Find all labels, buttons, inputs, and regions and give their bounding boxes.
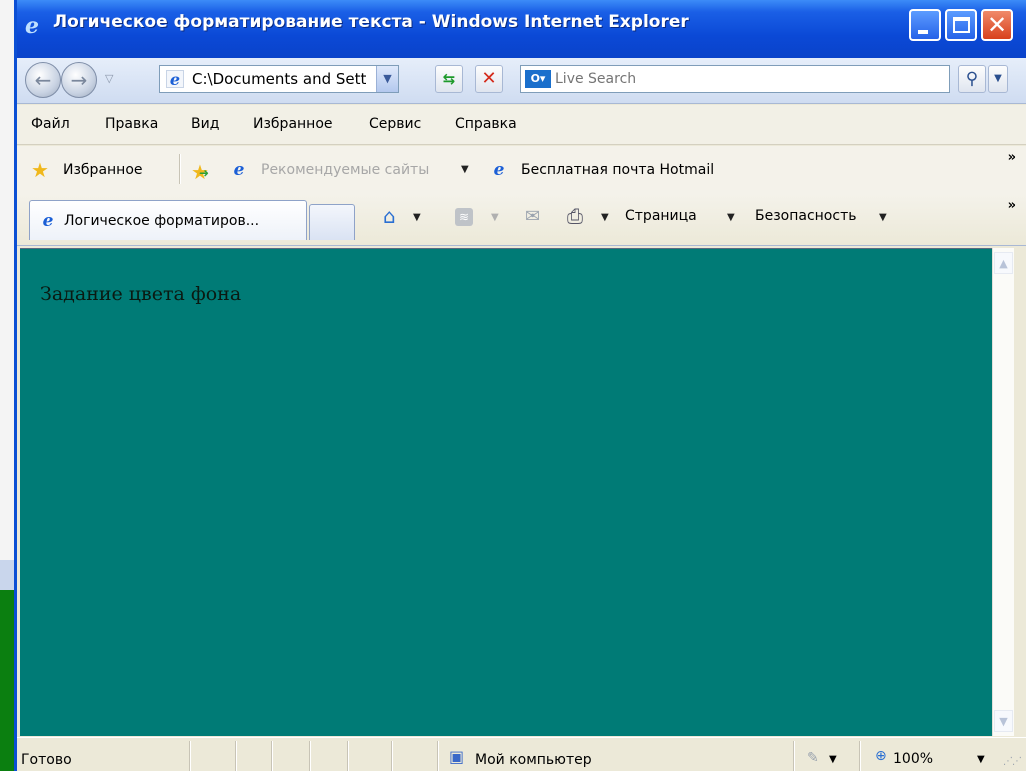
refresh-button[interactable]: ⇆ bbox=[435, 65, 463, 93]
live-search-icon: O▾ bbox=[525, 70, 551, 88]
print-icon[interactable]: ⎙ bbox=[567, 204, 583, 228]
refresh-icon: ⇆ bbox=[442, 70, 456, 88]
tab-bar: e Логическое форматиров... ⌂ ▼ ≋ ▼ ✉ ⎙ ▼… bbox=[17, 194, 1026, 246]
protected-mode-icon[interactable]: ✎ bbox=[807, 750, 819, 766]
recent-pages-dropdown[interactable]: ▽ bbox=[105, 72, 113, 85]
computer-icon: ▣ bbox=[449, 747, 465, 766]
browser-window: e Логическое форматирование текста - Win… bbox=[14, 0, 1026, 771]
menu-help[interactable]: Справка bbox=[455, 116, 517, 132]
zoom-dropdown-icon[interactable]: ▼ bbox=[977, 754, 985, 765]
mail-icon[interactable]: ✉ bbox=[525, 206, 540, 227]
stop-button[interactable]: ✕ bbox=[475, 65, 503, 93]
hotmail-icon: e bbox=[493, 160, 505, 180]
zoom-icon[interactable]: ⊕ bbox=[875, 748, 887, 764]
window-title: Логическое форматирование текста - Windo… bbox=[53, 12, 689, 32]
close-icon: ✕ bbox=[986, 11, 1008, 39]
vertical-scrollbar[interactable]: ▲ ▼ bbox=[992, 248, 1014, 736]
menu-favorites[interactable]: Избранное bbox=[253, 116, 333, 132]
suggested-sites-button[interactable]: Рекомендуемые сайты bbox=[261, 162, 429, 178]
tab-active[interactable]: e Логическое форматиров... bbox=[29, 200, 307, 240]
menu-tools[interactable]: Сервис bbox=[369, 116, 421, 132]
maximize-button[interactable] bbox=[945, 9, 977, 41]
title-bar[interactable]: e Логическое форматирование текста - Win… bbox=[17, 0, 1026, 60]
suggested-sites-icon: e bbox=[233, 160, 245, 180]
favorites-more-chevron[interactable]: » bbox=[1008, 150, 1016, 165]
forward-button[interactable]: → bbox=[61, 62, 97, 98]
protected-mode-dropdown-icon[interactable]: ▼ bbox=[829, 754, 837, 765]
favorites-bar: ★ Избранное ★ ➜ e Рекомендуемые сайты ▼ e… bbox=[17, 146, 1026, 194]
feeds-icon[interactable]: ≋ bbox=[455, 208, 473, 226]
chevron-up-icon: ▲ bbox=[999, 257, 1008, 270]
search-button[interactable]: ⚲ bbox=[958, 65, 986, 93]
address-dropdown-button[interactable]: ▼ bbox=[376, 66, 398, 92]
favorites-separator bbox=[179, 154, 181, 184]
minimize-button[interactable] bbox=[909, 9, 941, 41]
menu-edit[interactable]: Правка bbox=[105, 116, 158, 132]
status-bar: Готово ▣ Мой компьютер ✎ ▼ ⊕ 100% ▼ ⋰⋰ bbox=[17, 737, 1026, 771]
close-button[interactable]: ✕ bbox=[981, 9, 1013, 41]
favorites-button[interactable]: Избранное bbox=[63, 162, 143, 178]
safety-menu-button[interactable]: Безопасность bbox=[755, 208, 856, 224]
arrow-left-icon: ← bbox=[34, 68, 52, 92]
feeds-dropdown-icon[interactable]: ▼ bbox=[491, 212, 499, 223]
stop-icon: ✕ bbox=[481, 68, 497, 89]
favorites-star-icon: ★ bbox=[31, 158, 49, 182]
status-divider bbox=[437, 741, 439, 771]
security-zone-label[interactable]: Мой компьютер bbox=[475, 752, 592, 768]
address-bar[interactable]: e C:\Documents and Setti ▼ bbox=[159, 65, 399, 93]
status-text: Готово bbox=[21, 752, 72, 768]
status-divider bbox=[859, 741, 861, 771]
page-text: Задание цвета фона bbox=[40, 283, 242, 305]
menu-view[interactable]: Вид bbox=[191, 116, 219, 132]
search-input[interactable] bbox=[555, 69, 935, 89]
add-to-favorites-icon[interactable]: ★ ➜ bbox=[191, 160, 209, 184]
status-divider bbox=[189, 741, 191, 771]
search-options-dropdown[interactable]: ▼ bbox=[988, 65, 1008, 93]
page-dropdown-icon[interactable]: ▼ bbox=[727, 212, 735, 223]
status-divider bbox=[235, 741, 237, 771]
safety-dropdown-icon[interactable]: ▼ bbox=[879, 212, 887, 223]
tab-ie-icon: e bbox=[42, 211, 54, 231]
status-divider bbox=[391, 741, 393, 771]
page-icon: e bbox=[166, 70, 184, 89]
page-content: Задание цвета фона bbox=[20, 248, 992, 736]
home-dropdown-icon[interactable]: ▼ bbox=[413, 212, 421, 223]
commandbar-more-chevron[interactable]: » bbox=[1008, 198, 1016, 213]
zoom-level[interactable]: 100% bbox=[893, 751, 933, 767]
ie-icon: e bbox=[25, 13, 39, 39]
status-divider bbox=[347, 741, 349, 771]
address-input[interactable]: C:\Documents and Setti bbox=[192, 70, 366, 88]
home-icon[interactable]: ⌂ bbox=[383, 204, 396, 228]
address-toolbar: ← → ▽ e C:\Documents and Setti ▼ ⇆ ✕ O▾ … bbox=[17, 58, 1026, 104]
search-icon: ⚲ bbox=[965, 69, 979, 89]
chevron-down-icon: ▼ bbox=[383, 72, 392, 85]
print-dropdown-icon[interactable]: ▼ bbox=[601, 212, 609, 223]
arrow-right-icon: → bbox=[70, 68, 88, 92]
new-tab-button[interactable] bbox=[309, 204, 355, 240]
resize-grip-icon[interactable]: ⋰⋰ bbox=[1003, 756, 1022, 767]
scroll-up-button[interactable]: ▲ bbox=[994, 252, 1013, 274]
suggested-sites-dropdown-icon[interactable]: ▼ bbox=[461, 164, 469, 175]
status-divider bbox=[271, 741, 273, 771]
page-menu-button[interactable]: Страница bbox=[625, 208, 697, 224]
scroll-down-button[interactable]: ▼ bbox=[994, 710, 1013, 732]
hotmail-link[interactable]: Бесплатная почта Hotmail bbox=[521, 162, 714, 178]
status-divider bbox=[793, 741, 795, 771]
menu-bar: Файл Правка Вид Избранное Сервис Справка bbox=[17, 105, 1026, 145]
chevron-down-icon: ▼ bbox=[999, 715, 1008, 728]
maximize-icon bbox=[953, 17, 970, 33]
menu-file[interactable]: Файл bbox=[31, 116, 70, 132]
tab-label: Логическое форматиров... bbox=[64, 213, 260, 229]
status-divider bbox=[309, 741, 311, 771]
minimize-icon bbox=[918, 30, 928, 34]
chevron-down-icon: ▼ bbox=[994, 73, 1002, 84]
back-button[interactable]: ← bbox=[25, 62, 61, 98]
search-box[interactable]: O▾ bbox=[520, 65, 950, 93]
